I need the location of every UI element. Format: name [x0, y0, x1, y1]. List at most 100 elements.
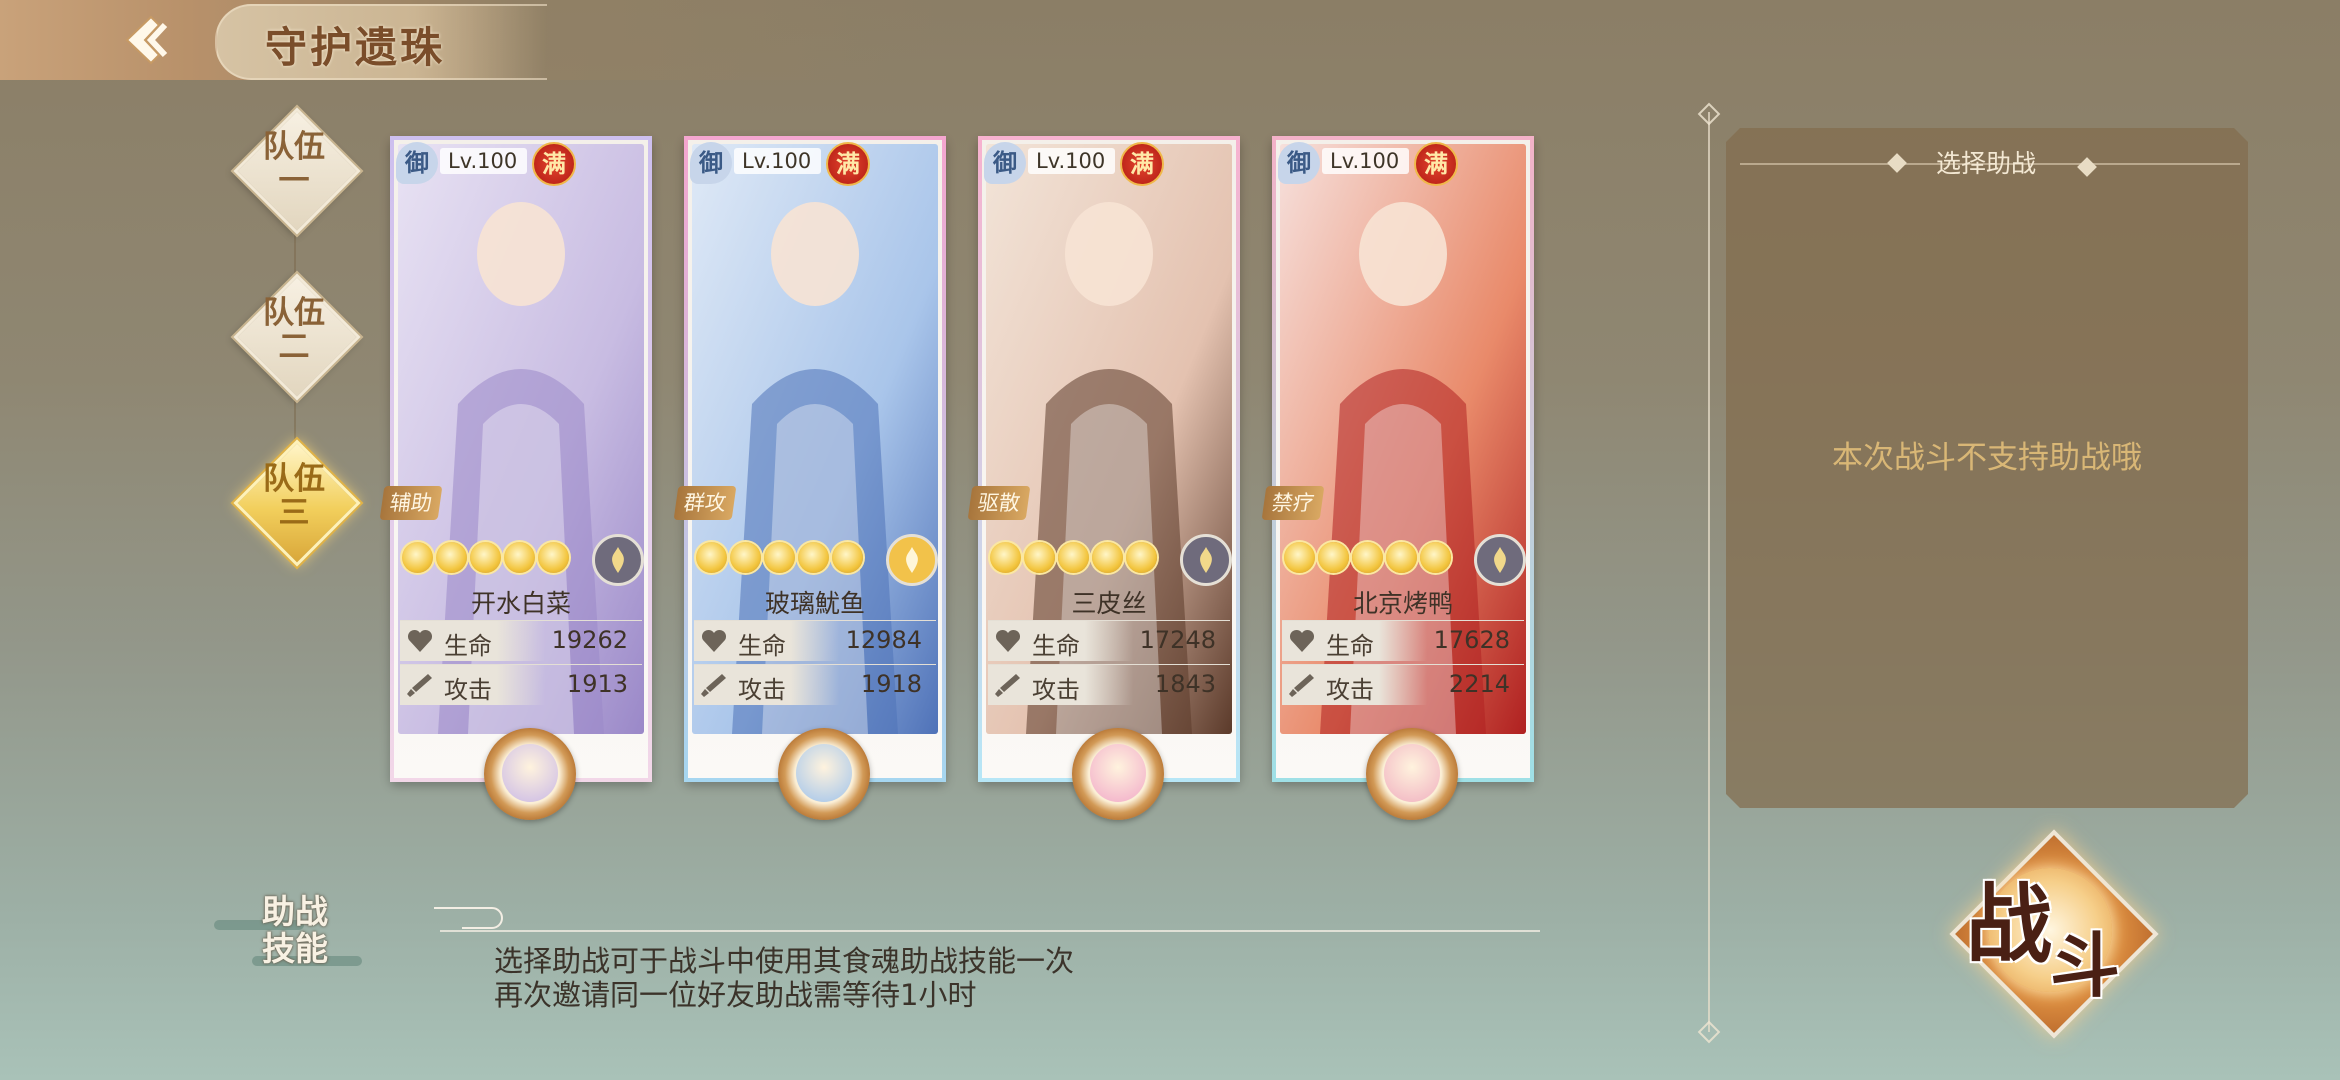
sword-icon [701, 674, 726, 697]
star-icon [504, 542, 535, 573]
max-badge: 满 [1120, 142, 1164, 186]
star-rating [1284, 542, 1451, 574]
pet-avatar[interactable] [1072, 728, 1164, 820]
star-rating [402, 542, 569, 574]
rank-badge: 御 [1278, 142, 1320, 184]
star-icon [1024, 542, 1055, 573]
heart-icon [995, 629, 1021, 652]
stat-label-atk: 攻击 [1032, 676, 1080, 704]
star-icon [832, 542, 863, 573]
stat-label-hp: 生命 [1326, 632, 1374, 660]
character-card[interactable]: 御 Lv.100 满群攻玻璃魷鱼生命 12984 攻击 1918 [673, 136, 946, 820]
stat-label-atk: 攻击 [444, 676, 492, 704]
role-tag: 驱散 [967, 486, 1031, 520]
pet-avatar-image [1384, 744, 1440, 802]
team-tab-1-diamond [233, 107, 361, 235]
team-tab-2[interactable]: 队伍 二 [233, 273, 361, 401]
stat-label-hp: 生命 [738, 632, 786, 660]
assist-panel-message: 本次战斗不支持助战哦 [1832, 440, 2142, 476]
pet-avatar-image [796, 744, 852, 802]
star-icon [1126, 542, 1157, 573]
star-icon [1284, 542, 1315, 573]
star-rating [990, 542, 1157, 574]
fight-button[interactable]: 战 斗 [1930, 810, 2170, 1050]
sword-icon [995, 674, 1020, 697]
stat-value-hp: 12984 [845, 626, 922, 654]
max-badge: 满 [1414, 142, 1458, 186]
stat-value-atk: 1913 [566, 670, 628, 698]
sword-icon [1289, 674, 1314, 697]
sword-icon [407, 674, 432, 697]
stat-label-hp: 生命 [1032, 632, 1080, 660]
star-icon [1420, 542, 1451, 573]
stat-label-atk: 攻击 [738, 676, 786, 704]
role-tag: 群攻 [673, 486, 737, 520]
character-card[interactable]: 御 Lv.100 满驱散 三皮丝 生命 17248 攻击 1843 [967, 136, 1240, 820]
max-badge: 满 [532, 142, 576, 186]
fight-button-char1: 战 [1966, 874, 2052, 975]
character-card[interactable]: 御 Lv.100 满辅助 开水白菜 生命 19262 攻击 1913 [379, 136, 652, 820]
star-icon [1386, 542, 1417, 573]
pet-avatar-image [1090, 744, 1146, 802]
flame-dark-icon [1474, 534, 1526, 586]
stat-row-atk: 攻击 1843 [988, 664, 1230, 705]
max-badge: 满 [826, 142, 870, 186]
role-tag: 辅助 [379, 486, 443, 520]
star-icon [470, 542, 501, 573]
character-name: 三皮丝 [1071, 589, 1147, 618]
stat-value-atk: 1918 [860, 670, 922, 698]
rank-badge: 御 [690, 142, 732, 184]
panel-divider-line [1708, 112, 1710, 1032]
pet-avatar[interactable] [1366, 728, 1458, 820]
heart-icon [1289, 629, 1315, 652]
flower-gold-icon [886, 534, 938, 586]
assist-panel-title: 选择助战 [1936, 149, 2037, 178]
pet-avatar-image [502, 744, 558, 802]
star-icon [538, 542, 569, 573]
team-tab-1[interactable]: 队伍 一 [233, 107, 361, 235]
star-icon [436, 542, 467, 573]
character-card[interactable]: 御 Lv.100 满禁疗 北京烤鸭 生命 17628 攻击 2214 [1261, 136, 1534, 820]
star-rating [696, 542, 863, 574]
star-icon [730, 542, 761, 573]
stat-row-hp: 生命 17628 [1282, 620, 1524, 661]
star-icon [1058, 542, 1089, 573]
team-tab-3-diamond [233, 439, 361, 567]
heart-icon [701, 629, 727, 652]
rank-badge: 御 [984, 142, 1026, 184]
assist-skill-divider [440, 930, 1540, 932]
role-tag: 禁疗 [1261, 486, 1325, 520]
assist-skill-badge-line2: 技能 [262, 929, 328, 968]
level-label: Lv.100 [1322, 148, 1410, 174]
star-icon [402, 542, 433, 573]
stat-row-hp: 生命 12984 [694, 620, 936, 661]
flower-dark-icon [592, 534, 644, 586]
flame-dark-icon [1180, 534, 1232, 586]
pet-avatar[interactable] [778, 728, 870, 820]
pet-avatar[interactable] [484, 728, 576, 820]
stat-label-hp: 生命 [444, 632, 492, 660]
level-label: Lv.100 [440, 148, 528, 174]
divider-bottom-diamond [1697, 1020, 1721, 1044]
level-label: Lv.100 [734, 148, 822, 174]
back-button[interactable] [115, 10, 185, 70]
stat-value-hp: 19262 [551, 626, 628, 654]
team-tab-3[interactable]: 队伍 三 [233, 439, 361, 567]
star-icon [990, 542, 1021, 573]
stat-value-atk: 1843 [1154, 670, 1216, 698]
stat-row-hp: 生命 19262 [400, 620, 642, 661]
heart-icon [407, 629, 433, 652]
character-name: 开水白菜 [470, 589, 571, 618]
fight-button-char2: 斗 [2050, 924, 2120, 1007]
assist-skill-desc-line2: 再次邀请同一位好友助战需等待1小时 [494, 978, 977, 1012]
stat-label-atk: 攻击 [1326, 676, 1374, 704]
back-arrow-icon [125, 15, 168, 65]
star-icon [1318, 542, 1349, 573]
stat-value-hp: 17248 [1139, 626, 1216, 654]
stat-value-atk: 2214 [1448, 670, 1510, 698]
team-tab-2-diamond [233, 273, 361, 401]
star-icon [798, 542, 829, 573]
character-name: 玻璃魷鱼 [764, 589, 865, 618]
star-icon [696, 542, 727, 573]
star-icon [1352, 542, 1383, 573]
